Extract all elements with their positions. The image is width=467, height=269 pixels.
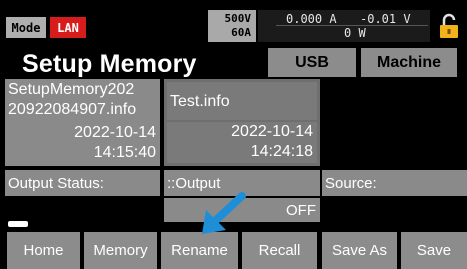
- lock-icon[interactable]: [435, 12, 463, 40]
- file-time: 14:15:40: [93, 144, 156, 161]
- file-time: 14:24:18: [250, 143, 313, 160]
- output-status-label: Output Status:: [5, 170, 160, 196]
- rating-current: 60A: [231, 26, 251, 39]
- file-date: 2022-10-14: [231, 123, 313, 140]
- power-reading: 0 W: [344, 26, 366, 40]
- measurement-panel: 0.000 A -0.01 V 0 W: [258, 10, 430, 42]
- voltage-reading: -0.01 V: [360, 12, 411, 26]
- rating-display: 500V 60A: [208, 10, 256, 42]
- home-button[interactable]: Home: [7, 232, 80, 269]
- scroll-indicator[interactable]: [8, 221, 28, 227]
- machine-button[interactable]: Machine: [361, 48, 457, 77]
- save-as-button[interactable]: Save As: [322, 232, 397, 269]
- memory-button[interactable]: Memory: [84, 232, 157, 269]
- file-name-box: Test.info: [167, 82, 317, 120]
- page-title: Setup Memory: [22, 50, 197, 78]
- recall-button[interactable]: Recall: [242, 232, 317, 269]
- file-date: 2022-10-14: [74, 124, 156, 141]
- file-name-line2: 20922084907.info: [8, 101, 137, 118]
- file-date-box: 2022-10-14 14:24:18: [167, 122, 317, 163]
- file-card-selected[interactable]: Test.info 2022-10-14 14:24:18: [164, 79, 320, 166]
- file-name-line1: SetupMemory202: [8, 81, 135, 98]
- pointer-arrow-icon: [198, 192, 248, 238]
- lan-indicator: LAN: [50, 17, 86, 38]
- rating-voltage: 500V: [224, 12, 252, 25]
- usb-button[interactable]: USB: [268, 48, 356, 77]
- file-card[interactable]: SetupMemory202 20922084907.info 2022-10-…: [5, 79, 160, 166]
- save-button[interactable]: Save: [401, 232, 467, 269]
- file-name-line1: Test.info: [170, 93, 230, 110]
- source-label: Source:: [322, 170, 467, 196]
- mode-button[interactable]: Mode: [6, 17, 46, 38]
- current-reading: 0.000 A: [286, 12, 337, 26]
